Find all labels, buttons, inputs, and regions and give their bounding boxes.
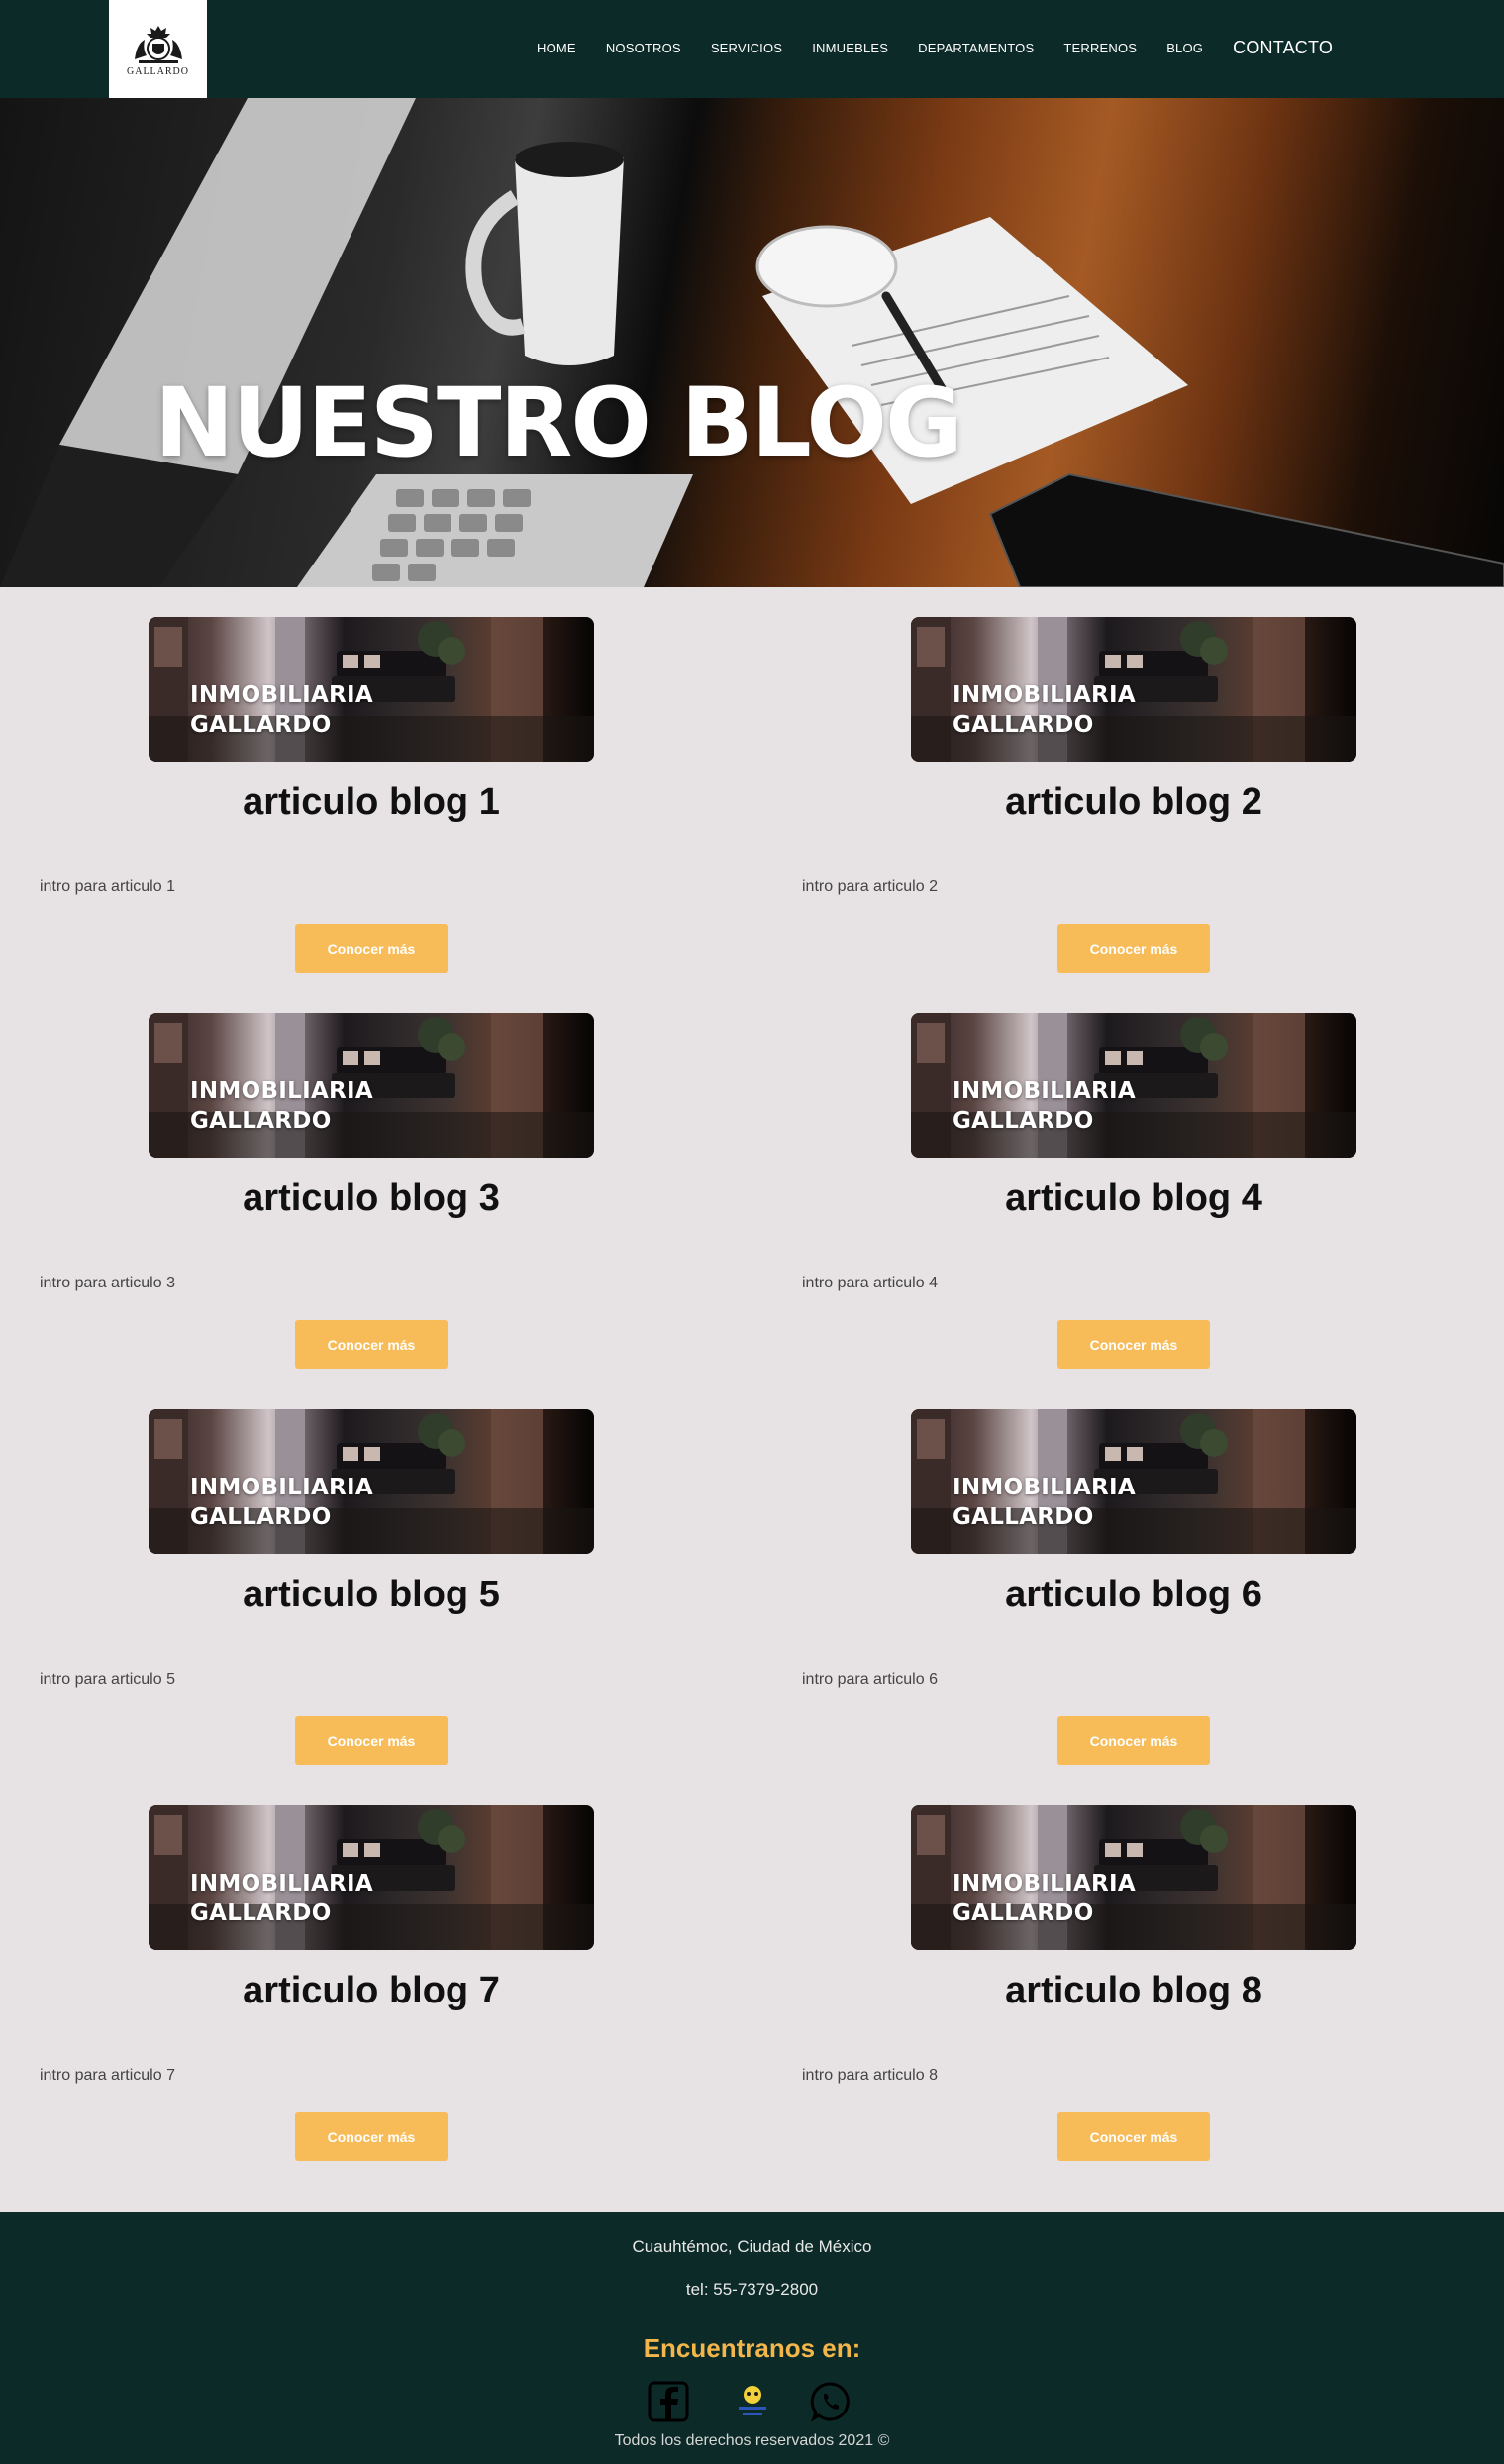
thumbnail-caption-line: GALLARDO bbox=[190, 1108, 332, 1134]
nav-contacto[interactable]: CONTACTO bbox=[1233, 38, 1333, 58]
thumbnail-caption-line: INMOBILIARIA bbox=[953, 1078, 1137, 1104]
article-title[interactable]: articulo blog 5 bbox=[0, 1574, 743, 1616]
nav-departamentos[interactable]: DEPARTAMENTOS bbox=[918, 41, 1034, 55]
article-title[interactable]: articulo blog 1 bbox=[0, 781, 743, 824]
blog-card: INMOBILIARIA GALLARDO articulo blog 8 intro… bbox=[762, 1776, 1504, 2172]
blog-card: INMOBILIARIA GALLARDO articulo blog 5 intro… bbox=[0, 1380, 752, 1776]
page-title: NUESTRO BLOG bbox=[154, 367, 963, 478]
social-links bbox=[648, 2381, 859, 2426]
thumbnail-caption: INMOBILIARIA GALLARDO bbox=[190, 680, 373, 740]
marketplace-badge-icon[interactable] bbox=[733, 2383, 772, 2427]
article-intro: intro para articulo 2 bbox=[802, 878, 938, 895]
whatsapp-icon[interactable] bbox=[810, 2381, 852, 2427]
read-more-button[interactable]: Conocer más bbox=[1057, 924, 1210, 973]
thumbnail-caption: INMOBILIARIA GALLARDO bbox=[953, 1869, 1136, 1928]
blog-card: INMOBILIARIA GALLARDO articulo blog 6 intro… bbox=[762, 1380, 1504, 1776]
thumbnail-caption: INMOBILIARIA GALLARDO bbox=[953, 1473, 1136, 1532]
thumbnail-caption-line: GALLARDO bbox=[190, 1900, 332, 1926]
nav-servicios[interactable]: SERVICIOS bbox=[711, 41, 782, 55]
nav-home[interactable]: HOME bbox=[537, 41, 576, 55]
article-title[interactable]: articulo blog 6 bbox=[762, 1574, 1504, 1616]
read-more-button[interactable]: Conocer más bbox=[295, 1320, 448, 1369]
article-title[interactable]: articulo blog 3 bbox=[0, 1178, 743, 1220]
article-thumbnail[interactable]: INMOBILIARIA GALLARDO bbox=[149, 1409, 594, 1554]
thumbnail-caption-line: GALLARDO bbox=[953, 1108, 1094, 1134]
article-thumbnail[interactable]: INMOBILIARIA GALLARDO bbox=[149, 1805, 594, 1950]
article-intro: intro para articulo 3 bbox=[40, 1275, 175, 1291]
thumbnail-caption-line: INMOBILIARIA bbox=[953, 1871, 1137, 1897]
footer-social-heading: Encuentranos en: bbox=[643, 2333, 861, 2363]
article-title[interactable]: articulo blog 2 bbox=[762, 781, 1504, 824]
read-more-button[interactable]: Conocer más bbox=[295, 2112, 448, 2161]
thumbnail-caption: INMOBILIARIA GALLARDO bbox=[190, 1473, 373, 1532]
hero-photo bbox=[0, 98, 1504, 587]
thumbnail-caption-line: GALLARDO bbox=[190, 712, 332, 738]
thumbnail-caption: INMOBILIARIA GALLARDO bbox=[190, 1869, 373, 1928]
thumbnail-caption-line: GALLARDO bbox=[953, 712, 1094, 738]
article-title[interactable]: articulo blog 8 bbox=[762, 1970, 1504, 2012]
thumbnail-caption-line: INMOBILIARIA bbox=[953, 1475, 1137, 1500]
footer-phone[interactable]: tel: 55-7379-2800 bbox=[0, 2280, 1504, 2300]
thumbnail-caption: INMOBILIARIA GALLARDO bbox=[953, 1077, 1136, 1136]
crest-icon bbox=[134, 25, 182, 63]
thumbnail-caption-line: INMOBILIARIA bbox=[190, 1078, 374, 1104]
footer-address: Cuauhtémoc, Ciudad de México bbox=[632, 2237, 872, 2256]
article-intro: intro para articulo 4 bbox=[802, 1275, 938, 1291]
article-thumbnail[interactable]: INMOBILIARIA GALLARDO bbox=[911, 1013, 1356, 1158]
article-title[interactable]: articulo blog 7 bbox=[0, 1970, 743, 2012]
thumbnail-caption-line: GALLARDO bbox=[953, 1504, 1094, 1530]
article-thumbnail[interactable]: INMOBILIARIA GALLARDO bbox=[911, 617, 1356, 762]
thumbnail-caption-line: GALLARDO bbox=[190, 1504, 332, 1530]
read-more-button[interactable]: Conocer más bbox=[1057, 1716, 1210, 1765]
article-thumbnail[interactable]: INMOBILIARIA GALLARDO bbox=[911, 1805, 1356, 1950]
hero-banner: NUESTRO BLOG bbox=[0, 98, 1504, 587]
article-title[interactable]: articulo blog 4 bbox=[762, 1178, 1504, 1220]
main-nav: HOME NOSOTROS SERVICIOS INMUEBLES DEPART… bbox=[537, 38, 1333, 58]
facebook-icon[interactable] bbox=[648, 2381, 689, 2427]
nav-nosotros[interactable]: NOSOTROS bbox=[606, 41, 681, 55]
thumbnail-caption-line: INMOBILIARIA bbox=[190, 682, 374, 708]
blog-card: INMOBILIARIA GALLARDO articulo blog 3 intro… bbox=[0, 983, 752, 1380]
article-intro: intro para articulo 6 bbox=[802, 1671, 938, 1688]
read-more-button[interactable]: Conocer más bbox=[1057, 1320, 1210, 1369]
thumbnail-caption-line: INMOBILIARIA bbox=[190, 1475, 374, 1500]
thumbnail-caption-line: INMOBILIARIA bbox=[190, 1871, 374, 1897]
article-thumbnail[interactable]: INMOBILIARIA GALLARDO bbox=[149, 617, 594, 762]
article-intro: intro para articulo 5 bbox=[40, 1671, 175, 1688]
thumbnail-caption-line: INMOBILIARIA bbox=[953, 682, 1137, 708]
top-nav-bar: GALLARDO HOME NOSOTROS SERVICIOS INMUEBL… bbox=[0, 0, 1504, 98]
thumbnail-caption: INMOBILIARIA GALLARDO bbox=[190, 1077, 373, 1136]
article-intro: intro para articulo 1 bbox=[40, 878, 175, 895]
blog-card: INMOBILIARIA GALLARDO articulo blog 7 intro… bbox=[0, 1776, 752, 2172]
logo-wordmark: GALLARDO bbox=[127, 65, 189, 77]
thumbnail-caption-line: GALLARDO bbox=[953, 1900, 1094, 1926]
article-intro: intro para articulo 7 bbox=[40, 2067, 175, 2084]
nav-terrenos[interactable]: TERRENOS bbox=[1063, 41, 1137, 55]
blog-card: INMOBILIARIA GALLARDO articulo blog 2 intro… bbox=[762, 587, 1504, 983]
article-thumbnail[interactable]: INMOBILIARIA GALLARDO bbox=[911, 1409, 1356, 1554]
article-intro: intro para articulo 8 bbox=[802, 2067, 938, 2084]
nav-blog[interactable]: BLOG bbox=[1166, 41, 1203, 55]
site-footer: Cuauhtémoc, Ciudad de México tel: 55-737… bbox=[0, 2212, 1504, 2464]
blog-card: INMOBILIARIA GALLARDO articulo blog 4 intro… bbox=[762, 983, 1504, 1380]
site-logo[interactable]: GALLARDO bbox=[109, 0, 207, 98]
copyright-notice: Todos los derechos reservados 2021 © bbox=[614, 2432, 890, 2449]
blog-card: INMOBILIARIA GALLARDO articulo blog 1 intro… bbox=[0, 587, 752, 983]
thumbnail-caption: INMOBILIARIA GALLARDO bbox=[953, 680, 1136, 740]
article-thumbnail[interactable]: INMOBILIARIA GALLARDO bbox=[149, 1013, 594, 1158]
nav-inmuebles[interactable]: INMUEBLES bbox=[812, 41, 888, 55]
read-more-button[interactable]: Conocer más bbox=[1057, 2112, 1210, 2161]
read-more-button[interactable]: Conocer más bbox=[295, 1716, 448, 1765]
read-more-button[interactable]: Conocer más bbox=[295, 924, 448, 973]
